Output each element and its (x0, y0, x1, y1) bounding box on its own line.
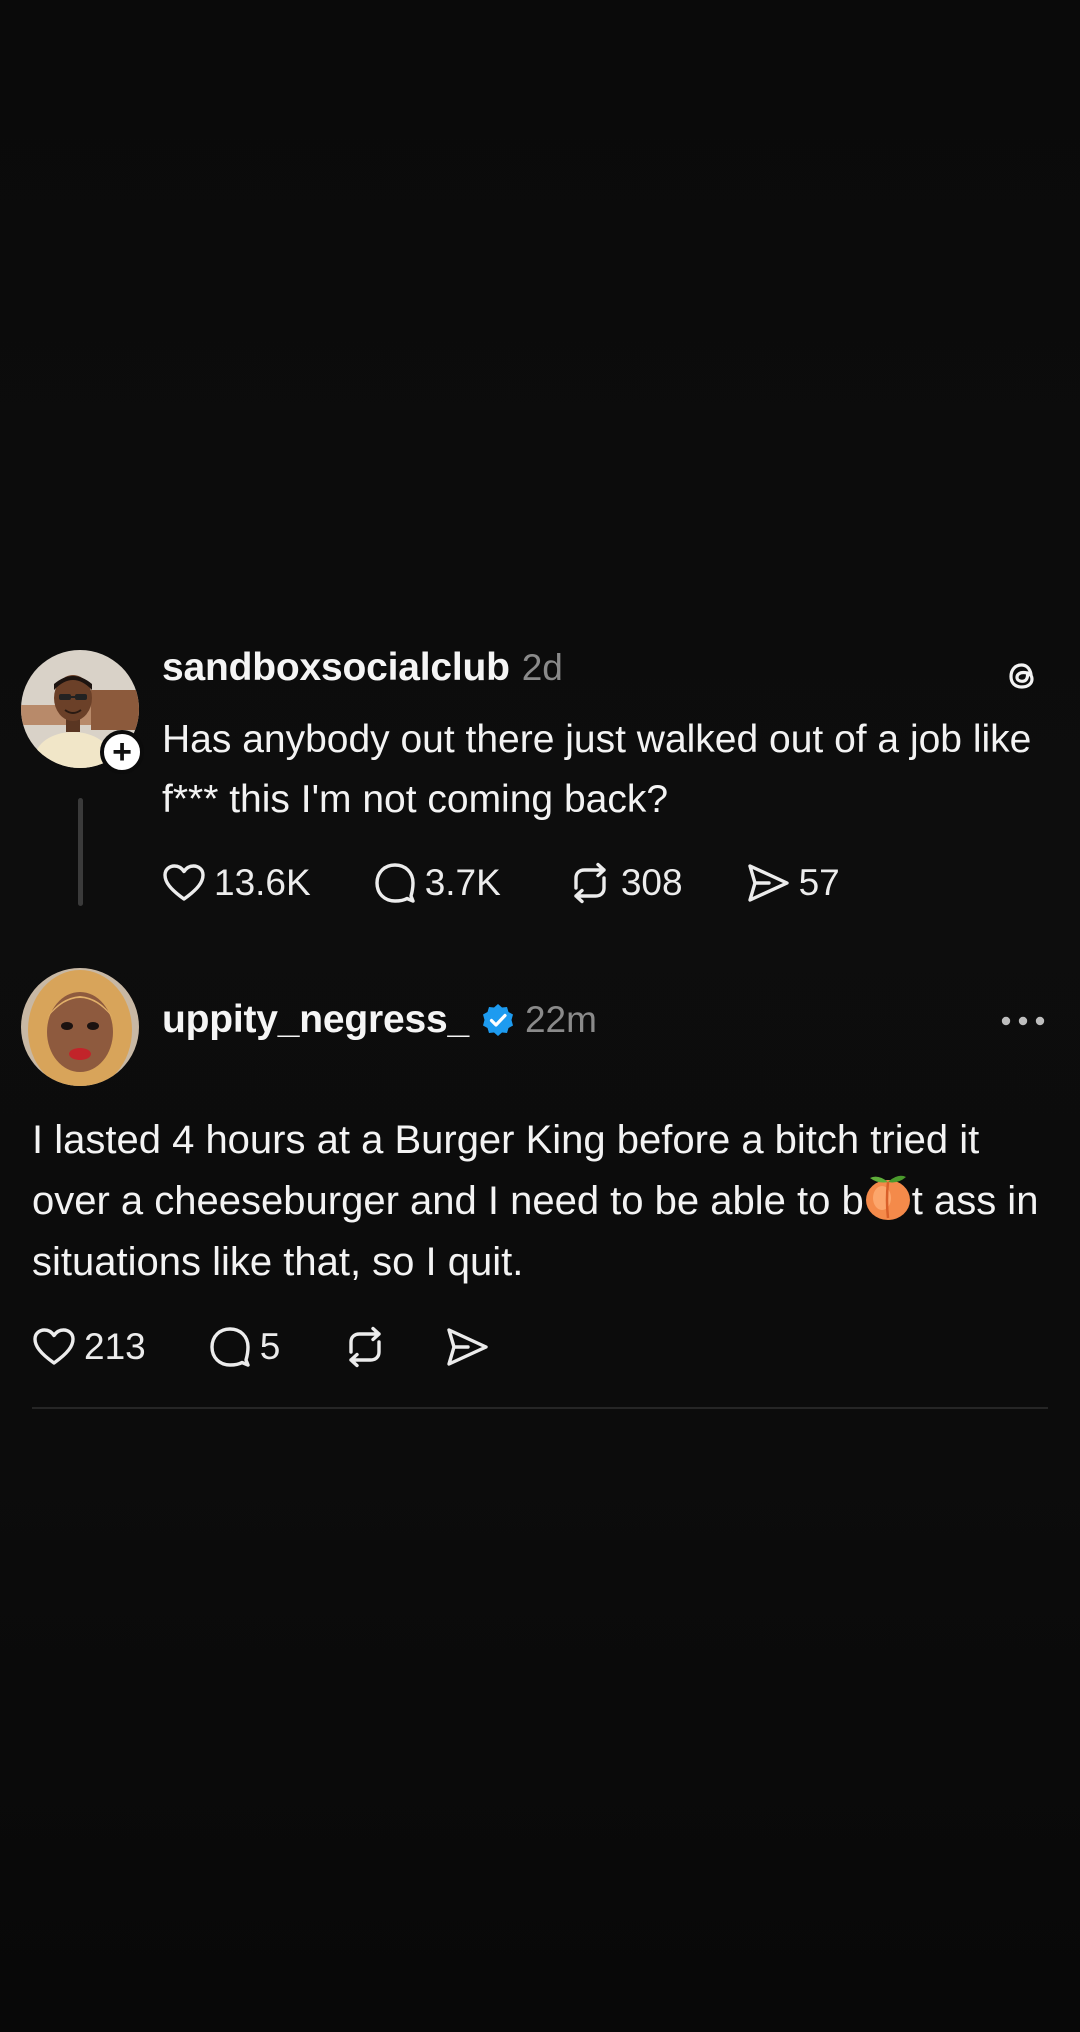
post-body-text: Has anybody out there just walked out of… (162, 718, 1032, 821)
reply-post: uppity_negress_ 22m I lasted 4 hours at … (0, 960, 1080, 1410)
verified-badge-icon (482, 1004, 513, 1036)
post-username[interactable]: sandboxsocialclub (162, 646, 510, 690)
speech-bubble-icon (210, 1327, 250, 1367)
post-header: sandboxsocialclub 2d (162, 646, 563, 690)
speech-bubble-icon (375, 863, 415, 903)
like-button[interactable]: 13.6K (162, 862, 311, 904)
reply-timestamp: 22m (524, 999, 597, 1040)
reply-reply-count: 5 (259, 1326, 281, 1367)
reply-body-text: I lasted 4 hours at a Burger King before… (32, 1110, 1052, 1293)
reply-button[interactable]: 3.7K (373, 862, 501, 904)
avatar-uppity_negress_[interactable] (21, 968, 139, 1086)
post-timestamp: 2d (521, 647, 563, 688)
reply-header: uppity_negress_ 22m (162, 998, 597, 1042)
reply-username[interactable]: uppity_negress_ (162, 998, 469, 1042)
avatar-image (21, 968, 139, 1086)
peach-emoji-icon (865, 1175, 910, 1220)
screen: + sandboxsocialclub 2d Has anybody out t… (0, 0, 1080, 2032)
follow-plus-button[interactable]: + (100, 730, 144, 774)
reply-like-count: 213 (84, 1326, 146, 1367)
more-horizontal-icon[interactable] (1000, 1014, 1046, 1028)
plus-icon: + (112, 733, 132, 771)
share-count: 57 (798, 862, 840, 903)
send-icon (747, 864, 789, 902)
send-icon (447, 1328, 489, 1366)
reply-reply-button[interactable]: 5 (208, 1326, 281, 1368)
post-divider (32, 1407, 1048, 1409)
reply-share-button[interactable] (444, 1326, 490, 1368)
repost-button[interactable]: 308 (567, 862, 683, 904)
reply-text-part-1: I lasted 4 hours at a Burger King before… (32, 1118, 980, 1223)
heart-icon (163, 864, 205, 901)
reply-like-button[interactable]: 213 (32, 1326, 146, 1368)
reply-action-bar: 213 5 (32, 1326, 490, 1368)
repost-icon (574, 862, 606, 904)
heart-icon (33, 1328, 75, 1365)
thread-connector-line (78, 798, 83, 906)
reply-count: 3.7K (424, 862, 501, 903)
post-action-bar: 13.6K 3.7K 308 57 (162, 862, 840, 904)
reply-repost-button[interactable] (342, 1326, 388, 1368)
threads-logo-icon (1009, 663, 1034, 689)
repost-icon (349, 1326, 382, 1368)
original-post: + sandboxsocialclub 2d Has anybody out t… (0, 640, 1080, 940)
share-button[interactable]: 57 (745, 862, 840, 904)
like-count: 13.6K (214, 862, 311, 903)
repost-count: 308 (620, 862, 683, 903)
